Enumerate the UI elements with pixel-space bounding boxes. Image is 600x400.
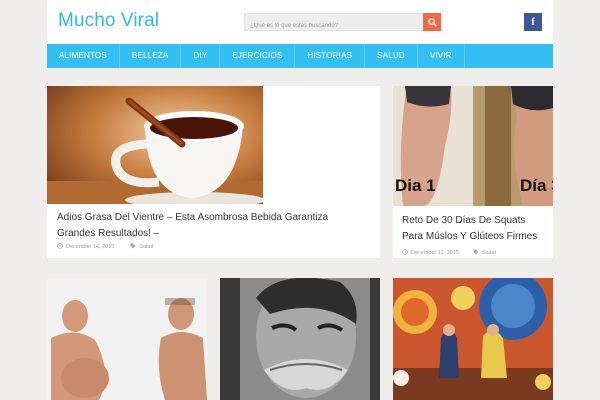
site-header: Mucho Viral f xyxy=(47,0,553,44)
nav-item-vivir[interactable]: VIVIR xyxy=(418,44,465,68)
post-title-line: Reto De 30 Días De Squats xyxy=(402,215,526,226)
post-meta: December 11, 2015 Salud xyxy=(402,249,496,257)
clock-icon xyxy=(57,243,63,251)
image-label-left: Dia 1 xyxy=(395,176,436,195)
search-icon xyxy=(427,17,437,27)
post-category[interactable]: Salud xyxy=(482,250,496,256)
site-logo[interactable]: Mucho Viral xyxy=(58,10,159,32)
nav-item-diy[interactable]: DIY xyxy=(181,44,221,68)
post-meta: December 14, 2015 Salud xyxy=(57,243,153,251)
nav-item-historias[interactable]: HISTORIAS xyxy=(295,44,366,68)
image-label-right: Día 3 xyxy=(520,176,553,195)
post-image-tea-cup[interactable] xyxy=(47,86,263,204)
nav-item-ejercicios[interactable]: EJERCICIOS xyxy=(220,44,296,68)
post-date: December 14, 2015 xyxy=(66,244,115,250)
post-date: December 11, 2015 xyxy=(411,250,459,256)
post-category[interactable]: Salud xyxy=(139,244,153,250)
nav-item-salud[interactable]: SALUD xyxy=(365,44,418,68)
post-title-line: Adios Grasa Del Vientre – Esta Asombrosa… xyxy=(57,212,329,223)
post-title-line: Grandes Resultados! – xyxy=(57,228,160,239)
post-card[interactable] xyxy=(220,278,380,400)
post-title[interactable]: Adios Grasa Del Vientre – Esta Asombrosa… xyxy=(57,210,372,242)
post-card[interactable]: Adios Grasa Del Vientre – Esta Asombrosa… xyxy=(47,86,380,258)
search-box xyxy=(244,13,441,34)
post-image-painting[interactable] xyxy=(393,278,553,400)
post-title[interactable]: Reto De 30 Días De Squats Para Múslos Y … xyxy=(402,213,550,245)
tag-icon xyxy=(130,243,136,251)
post-card[interactable] xyxy=(393,278,553,400)
facebook-button[interactable]: f xyxy=(524,13,542,31)
nav-item-belleza[interactable]: BELLEZA xyxy=(120,44,182,68)
facebook-icon: f xyxy=(531,16,535,28)
nav-item-alimentos[interactable]: ALIMENTOS xyxy=(47,44,120,68)
tag-icon xyxy=(473,249,479,257)
post-image-portrait[interactable] xyxy=(220,278,380,400)
post-card[interactable] xyxy=(47,278,207,400)
search-button[interactable] xyxy=(423,13,441,31)
post-image-squats[interactable]: Dia 1 Día 3 xyxy=(393,86,553,206)
clock-icon xyxy=(402,249,408,257)
search-input[interactable] xyxy=(245,18,420,34)
post-title-line: Para Múslos Y Glúteos Firmes xyxy=(402,231,538,242)
main-nav: ALIMENTOS BELLEZA DIY EJERCICIOS HISTORI… xyxy=(47,44,553,68)
post-image-men-belly[interactable] xyxy=(47,278,207,400)
post-card[interactable]: Dia 1 Día 3 Reto De 30 Días De Squats Pa… xyxy=(393,86,553,258)
